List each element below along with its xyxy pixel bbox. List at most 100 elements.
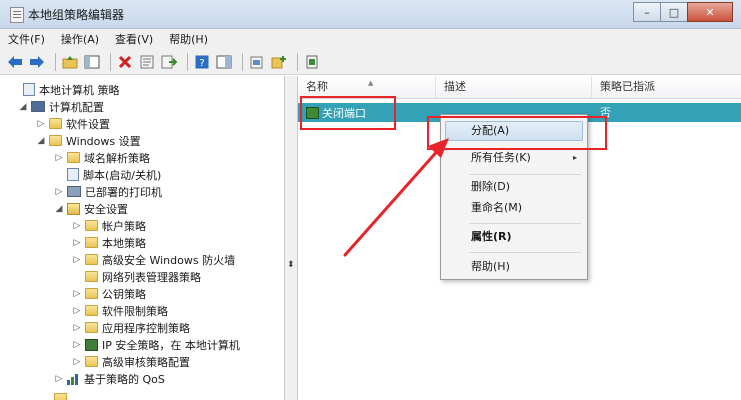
- qos-chart-icon: [67, 373, 80, 385]
- expand-arrow-icon[interactable]: ▷: [72, 238, 82, 248]
- policy-icon: [23, 83, 35, 96]
- export-icon[interactable]: [160, 53, 178, 71]
- maximize-button[interactable]: □: [660, 2, 688, 22]
- menu-file[interactable]: 文件(F): [0, 31, 53, 47]
- folder-icon: [85, 322, 98, 333]
- tree-node-local-policy[interactable]: 本地计算机 策略: [10, 81, 120, 98]
- tree-node-label: 脚本(启动/关机): [83, 168, 162, 182]
- folder-icon: [85, 237, 98, 248]
- show-pane-icon[interactable]: [215, 53, 233, 71]
- expand-arrow-icon[interactable]: ▷: [72, 357, 82, 367]
- tree-node-advanced-audit[interactable]: ▷ 高级审核策略配置: [72, 353, 190, 370]
- submenu-arrow-icon: ▸: [572, 153, 577, 162]
- toolbar-separator: [187, 52, 188, 71]
- folder-icon: [67, 152, 80, 163]
- manage-ip-filter-icon[interactable]: [248, 53, 266, 71]
- expand-arrow-icon[interactable]: ▷: [72, 323, 82, 333]
- tree-node-computer-config[interactable]: ◢ 计算机配置: [18, 98, 104, 115]
- menu-item-rename[interactable]: 重命名(M): [471, 199, 522, 217]
- collapse-arrow-icon[interactable]: ◢: [18, 102, 28, 112]
- collapse-arrow-icon[interactable]: ◢: [36, 136, 46, 146]
- folder-icon: [49, 135, 62, 146]
- expand-arrow-icon[interactable]: ▷: [72, 306, 82, 316]
- expand-arrow-icon[interactable]: ▷: [36, 119, 46, 129]
- help-icon[interactable]: ?: [193, 53, 211, 71]
- toolbar-separator: [297, 52, 298, 71]
- tree-node-scripts[interactable]: 脚本(启动/关机): [54, 166, 161, 183]
- column-header-description[interactable]: 描述: [436, 76, 592, 98]
- expand-arrow-icon[interactable]: ▷: [72, 340, 82, 350]
- folder-icon: [54, 393, 67, 400]
- tree-node-label: 软件限制策略: [102, 304, 168, 318]
- tree-node-ip-security[interactable]: ▷ IP 安全策略，在 本地计算机: [72, 336, 240, 353]
- menu-item-delete[interactable]: 删除(D): [471, 178, 510, 196]
- title-bar: 本地组策略编辑器 – □ ✕: [0, 0, 741, 29]
- window-controls: – □ ✕: [633, 2, 733, 22]
- menu-help[interactable]: 帮助(H): [161, 31, 216, 47]
- minimize-button[interactable]: –: [633, 2, 661, 22]
- folder-icon: [85, 220, 98, 231]
- tree-node-firewall[interactable]: ▷ 高级安全 Windows 防火墙: [72, 251, 236, 268]
- tree-node-local-policies[interactable]: ▷ 本地策略: [72, 234, 146, 251]
- toolbar-separator: [110, 52, 111, 71]
- tree-node-public-key[interactable]: ▷ 公钥策略: [72, 285, 146, 302]
- tree-node-label: 网络列表管理器策略: [102, 270, 201, 284]
- tree-node-software-settings[interactable]: ▷ 软件设置: [36, 115, 110, 132]
- tree-node-label: 高级安全 Windows 防火墙: [102, 253, 236, 267]
- folder-icon: [85, 271, 98, 282]
- collapse-arrow-icon[interactable]: ◢: [54, 204, 64, 214]
- tree-node-qos[interactable]: ▷ 基于策略的 QoS: [54, 370, 165, 387]
- tree-node-label: 公钥策略: [102, 287, 146, 301]
- tree-node-label: 域名解析策略: [84, 151, 150, 165]
- tree-node-label: 帐户策略: [102, 219, 146, 233]
- expand-arrow-icon[interactable]: ▷: [54, 374, 64, 384]
- back-arrow-icon[interactable]: [6, 53, 24, 71]
- delete-icon[interactable]: [116, 53, 134, 71]
- menu-item-all-tasks[interactable]: 所有任务(K): [471, 149, 531, 167]
- show-tree-icon[interactable]: [83, 53, 101, 71]
- printer-icon: [67, 186, 81, 197]
- add-policy-icon[interactable]: [270, 53, 288, 71]
- tree-node-label: 本地策略: [102, 236, 146, 250]
- expand-arrow-icon[interactable]: ▷: [72, 221, 82, 231]
- pane-splitter[interactable]: ⬍: [285, 76, 298, 400]
- annotation-box-assign: [427, 116, 607, 150]
- tree-node-account-policies[interactable]: ▷ 帐户策略: [72, 217, 146, 234]
- menu-view[interactable]: 查看(V): [107, 31, 161, 47]
- tree-node-label: 软件设置: [66, 117, 110, 131]
- expand-arrow-icon[interactable]: ▷: [54, 187, 64, 197]
- close-button[interactable]: ✕: [687, 2, 733, 22]
- up-folder-icon[interactable]: [61, 53, 79, 71]
- annotation-box-policy: [300, 96, 396, 130]
- tree-node-deployed-printers[interactable]: ▷ 已部署的打印机: [54, 183, 162, 200]
- column-header-name[interactable]: 名称: [298, 76, 436, 98]
- app-icon: [10, 7, 24, 23]
- tree-node-software-restriction[interactable]: ▷ 软件限制策略: [72, 302, 168, 319]
- column-header-assigned[interactable]: 策略已指派: [592, 76, 741, 98]
- console-tree[interactable]: 本地计算机 策略 ◢ 计算机配置 ▷ 软件设置 ◢ Windows 设置 ▷ 域…: [0, 76, 285, 400]
- tree-node-network-list[interactable]: 网络列表管理器策略: [72, 268, 201, 285]
- expand-arrow-icon[interactable]: ▷: [72, 289, 82, 299]
- splitter-grip-icon[interactable]: ⬍: [287, 260, 295, 270]
- svg-text:?: ?: [199, 58, 204, 69]
- expand-arrow-icon[interactable]: ▷: [54, 153, 64, 163]
- script-icon: [67, 168, 79, 181]
- menu-item-properties[interactable]: 属性(R): [471, 228, 512, 246]
- tree-node-partial: [54, 390, 71, 400]
- tree-node-windows-settings[interactable]: ◢ Windows 设置: [36, 132, 141, 149]
- properties-icon[interactable]: [138, 53, 156, 71]
- expand-arrow-icon[interactable]: ▷: [72, 255, 82, 265]
- tree-node-name-resolution[interactable]: ▷ 域名解析策略: [54, 149, 150, 166]
- tree-node-app-control[interactable]: ▷ 应用程序控制策略: [72, 319, 190, 336]
- menu-bar: 文件(F) 操作(A) 查看(V) 帮助(H): [0, 29, 741, 49]
- tree-node-label: 安全设置: [84, 202, 128, 216]
- tree-node-security-settings[interactable]: ◢ 安全设置: [54, 200, 128, 217]
- ip-policy-icon[interactable]: [303, 53, 321, 71]
- folder-icon: [49, 118, 62, 129]
- tree-node-label: 本地计算机 策略: [39, 83, 120, 97]
- menu-action[interactable]: 操作(A): [53, 31, 107, 47]
- forward-arrow-icon[interactable]: [28, 53, 46, 71]
- tree-node-label: IP 安全策略，在 本地计算机: [102, 338, 240, 352]
- menu-separator: [469, 223, 581, 224]
- menu-item-help[interactable]: 帮助(H): [471, 258, 510, 276]
